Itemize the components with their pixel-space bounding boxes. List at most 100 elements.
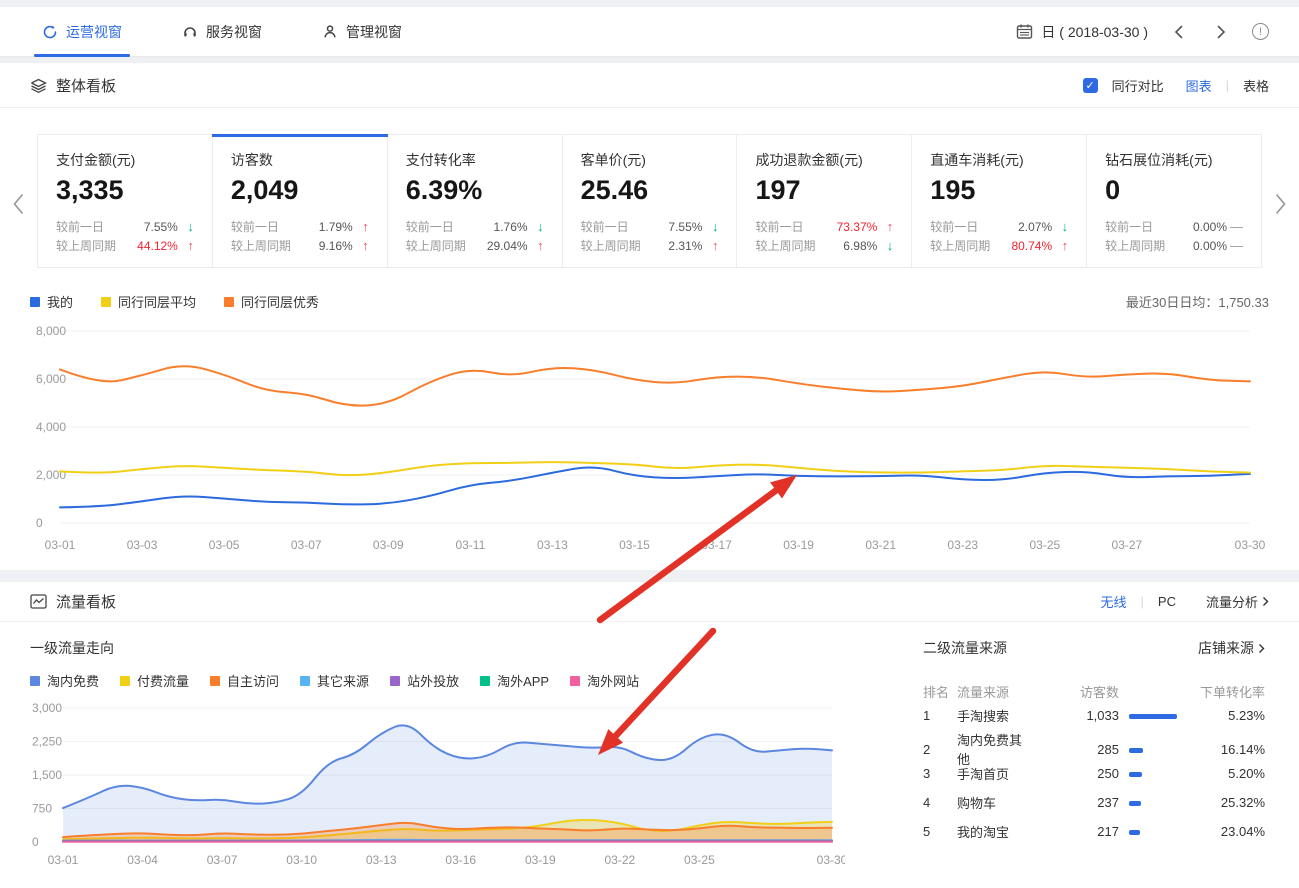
trend-down-icon: ↓ — [1052, 219, 1068, 234]
kpi-card[interactable]: 成功退款金额(元)197较前一日73.37%↑较上周同期6.98%↓ — [737, 135, 912, 267]
kpi-compare-value: 0.00% — [1193, 239, 1227, 253]
kpi-compare-week: 较上周同期9.16%↑ — [231, 236, 369, 255]
visitors-bar — [1129, 748, 1143, 753]
legend-item[interactable]: 淘外APP — [480, 671, 549, 690]
trend-up-icon: ↑ — [178, 238, 194, 253]
tab-operations-view[interactable]: 运营视窗 — [34, 7, 130, 57]
visitors-bar — [1129, 772, 1142, 777]
kpi-compare-label: 较前一日 — [581, 218, 629, 235]
svg-text:0: 0 — [36, 516, 43, 530]
legend-item[interactable]: 其它来源 — [300, 671, 369, 690]
trend-flat-icon: — — [1227, 219, 1243, 234]
kpi-compare-day: 较前一日7.55%↓ — [56, 217, 194, 236]
kpi-card[interactable]: 访客数2,049较前一日1.79%↑较上周同期9.16%↑ — [213, 135, 388, 267]
chevron-left-icon — [12, 192, 25, 216]
kpi-compare-label: 较上周同期 — [231, 237, 291, 254]
kpi-compare-value: 2.07% — [1018, 220, 1052, 234]
traffic-analysis-link[interactable]: 流量分析 — [1206, 592, 1269, 611]
table-row[interactable]: 1手淘搜索1,0335.23% — [923, 701, 1265, 730]
kpi-card[interactable]: 客单价(元)25.46较前一日7.55%↓较上周同期2.31%↑ — [563, 135, 738, 267]
kpi-label: 客单价(元) — [581, 150, 719, 170]
traffic-trend-title: 一级流量走向 — [30, 638, 875, 658]
kpi-compare-week: 较上周同期80.74%↑ — [930, 236, 1068, 255]
kpi-compare-week: 较上周同期29.04%↑ — [406, 236, 544, 255]
kpi-label: 成功退款金额(元) — [755, 150, 893, 170]
person-icon — [322, 24, 338, 40]
kpi-compare-value: 44.12% — [137, 239, 178, 253]
col-source: 流量来源 — [957, 682, 1033, 701]
kpi-compare-day: 较前一日1.79%↑ — [231, 217, 369, 236]
svg-text:03-07: 03-07 — [207, 853, 238, 867]
date-next-button[interactable] — [1210, 21, 1232, 43]
kpi-label: 访客数 — [231, 150, 369, 170]
tab-label: 运营视窗 — [66, 22, 122, 42]
kpi-compare-value: 2.31% — [668, 239, 702, 253]
kpi-compare-value: 73.37% — [837, 220, 878, 234]
traffic-area-chart[interactable]: 07501,5002,2503,00003-0103-0403-0703-100… — [30, 692, 845, 870]
overview-trend-chart[interactable]: 02,0004,0006,0008,00003-0103-0303-0503-0… — [30, 315, 1269, 567]
svg-text:8,000: 8,000 — [36, 324, 66, 338]
legend-item[interactable]: 付费流量 — [120, 671, 189, 690]
info-icon[interactable]: ! — [1252, 23, 1269, 40]
source-name: 淘内免费其他 — [957, 730, 1033, 768]
legend-item[interactable]: 同行同层平均 — [101, 292, 196, 311]
svg-text:03-11: 03-11 — [455, 538, 485, 552]
source-visitors: 217 — [1033, 824, 1119, 839]
date-prev-button[interactable] — [1168, 21, 1190, 43]
section-title: 流量看板 — [56, 591, 116, 612]
svg-text:03-22: 03-22 — [605, 853, 636, 867]
table-row[interactable]: 5我的淘宝21723.04% — [923, 817, 1265, 846]
table-row[interactable]: 3手淘首页2505.20% — [923, 759, 1265, 788]
tab-management-view[interactable]: 管理视窗 — [314, 7, 410, 57]
legend-item[interactable]: 我的 — [30, 292, 73, 311]
legend-item[interactable]: 同行同层优秀 — [224, 292, 319, 311]
kpi-card[interactable]: 支付转化率6.39%较前一日1.76%↓较上周同期29.04%↑ — [388, 135, 563, 267]
source-visitors: 250 — [1033, 766, 1119, 781]
overview-chart-legend: 我的同行同层平均同行同层优秀最近30日日均：1,750.33 — [0, 274, 1299, 311]
legend-item[interactable]: 淘外网站 — [570, 671, 639, 690]
date-picker[interactable]: 日 ( 2018-03-30 ) — [1016, 22, 1148, 42]
wireless-filter-link[interactable]: 无线 — [1101, 592, 1127, 611]
kpi-card[interactable]: 支付金额(元)3,335较前一日7.55%↓较上周同期44.12%↑ — [38, 135, 213, 267]
kpi-compare-label: 较上周同期 — [581, 237, 641, 254]
kpi-carousel-prev-button[interactable] — [12, 192, 25, 219]
legend-item[interactable]: 淘内免费 — [30, 671, 99, 690]
trend-down-icon: ↓ — [877, 238, 893, 253]
kpi-card[interactable]: 直通车消耗(元)195较前一日2.07%↓较上周同期80.74%↑ — [912, 135, 1087, 267]
sources-table-body: 1手淘搜索1,0335.23%2淘内免费其他28516.14%3手淘首页2505… — [923, 701, 1265, 846]
svg-text:03-01: 03-01 — [48, 853, 79, 867]
legend-label: 其它来源 — [317, 671, 369, 690]
kpi-compare-label: 较前一日 — [231, 218, 279, 235]
view-table-link[interactable]: 表格 — [1243, 76, 1269, 95]
peer-compare-checkbox[interactable]: ✓ — [1083, 78, 1098, 93]
svg-text:2,250: 2,250 — [32, 735, 62, 749]
kpi-compare-day: 较前一日 2.07%↓ — [930, 217, 1068, 236]
shop-sources-link[interactable]: 店铺来源 — [1198, 638, 1265, 658]
source-rank: 5 — [923, 824, 957, 839]
date-granularity-value: 日 ( 2018-03-30 ) — [1041, 22, 1148, 42]
kpi-compare-value: 1.76% — [494, 220, 528, 234]
kpi-card[interactable]: 钻石展位消耗(元)0较前一日0.00%—较上周同期0.00%— — [1087, 135, 1261, 267]
svg-text:03-27: 03-27 — [1112, 538, 1143, 552]
table-row[interactable]: 2淘内免费其他28516.14% — [923, 730, 1265, 759]
source-conversion: 5.20% — [1181, 766, 1265, 781]
legend-item[interactable]: 自主访问 — [210, 671, 279, 690]
table-row[interactable]: 4购物车23725.32% — [923, 788, 1265, 817]
source-name: 我的淘宝 — [957, 822, 1033, 841]
kpi-compare-label: 较前一日 — [930, 218, 978, 235]
pc-filter-link[interactable]: PC — [1158, 594, 1176, 609]
source-visitors: 237 — [1033, 795, 1119, 810]
svg-text:03-03: 03-03 — [127, 538, 158, 552]
legend-item[interactable]: 站外投放 — [390, 671, 459, 690]
view-chart-link[interactable]: 图表 — [1186, 76, 1212, 95]
svg-text:03-17: 03-17 — [701, 538, 732, 552]
tab-service-view[interactable]: 服务视窗 — [174, 7, 270, 57]
svg-text:6,000: 6,000 — [36, 372, 66, 386]
kpi-compare-value: 6.98% — [843, 239, 877, 253]
source-rank: 2 — [923, 742, 957, 757]
kpi-compare-block: 较前一日7.55%↓较上周同期44.12%↑ — [56, 217, 194, 255]
legend-swatch — [30, 297, 40, 307]
kpi-carousel-next-button[interactable] — [1274, 192, 1287, 219]
source-conversion: 5.23% — [1181, 708, 1265, 723]
visitors-bar-cell — [1119, 742, 1181, 757]
